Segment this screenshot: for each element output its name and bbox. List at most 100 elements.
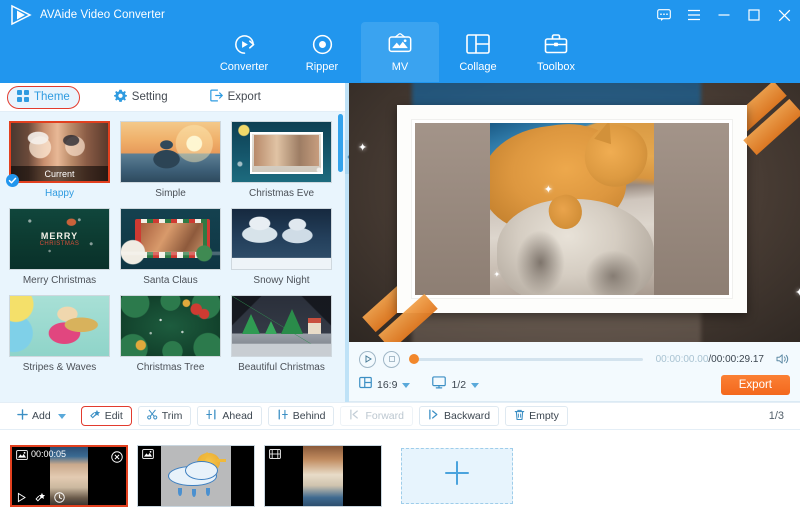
- theme-label: Santa Claus: [143, 275, 198, 286]
- trash-icon: [514, 409, 525, 424]
- export-button[interactable]: Export: [720, 375, 790, 395]
- subtab-theme[interactable]: Theme: [7, 85, 80, 109]
- aspect-ratio-value: 16:9: [377, 379, 398, 391]
- behind-button[interactable]: Behind: [267, 406, 335, 426]
- photo-frame-inner: ✦ ✦: [411, 119, 733, 299]
- clip-thumbnail: [161, 445, 231, 506]
- ripper-icon: [310, 31, 335, 57]
- subtab-export[interactable]: Export: [201, 86, 270, 108]
- edit-wand-icon[interactable]: [35, 490, 47, 502]
- edit-button[interactable]: Edit: [80, 406, 132, 426]
- sparkle-decoration: ✦: [543, 183, 553, 196]
- ahead-button[interactable]: Ahead: [197, 406, 262, 426]
- menu-icon[interactable]: [686, 7, 702, 23]
- theme-thumbnail: Current: [9, 121, 110, 183]
- theme-item-merry-christmas[interactable]: MERRY CHRISTMAS Merry Christmas: [4, 203, 115, 290]
- storyboard-clip-3[interactable]: [264, 444, 382, 507]
- clock-icon[interactable]: [54, 490, 66, 503]
- chevron-down-icon[interactable]: [471, 382, 480, 388]
- chevron-down-icon[interactable]: [402, 382, 411, 388]
- storyboard-clip-1[interactable]: 00:00:05: [10, 444, 128, 507]
- play-icon[interactable]: [16, 490, 28, 502]
- main-nav-tabs: Converter Ripper MV Collage Toolbox: [0, 22, 800, 83]
- minimize-icon[interactable]: [716, 7, 732, 23]
- backward-button[interactable]: Backward: [418, 406, 500, 426]
- close-icon[interactable]: [776, 7, 792, 23]
- add-button-label: Add: [32, 410, 51, 422]
- theme-thumbnail: MERRY CHRISTMAS: [9, 208, 110, 270]
- theme-item-santa-claus[interactable]: Santa Claus: [115, 203, 226, 290]
- scissors-icon: [146, 409, 158, 423]
- seek-slider[interactable]: [409, 354, 643, 364]
- theme-item-christmas-tree[interactable]: Christmas Tree: [115, 290, 226, 377]
- nav-tab-label: Converter: [219, 61, 269, 73]
- add-media-button[interactable]: [401, 447, 513, 504]
- current-time: 00:00:00.00: [655, 353, 709, 365]
- clip-thumbnail: [303, 445, 343, 506]
- add-button[interactable]: Add: [8, 406, 75, 426]
- theme-label: Merry Christmas: [22, 275, 97, 286]
- stop-icon[interactable]: [383, 350, 400, 368]
- theme-selected-check-icon: [6, 174, 19, 187]
- plus-icon: [17, 409, 28, 423]
- film-icon: [268, 449, 281, 460]
- app-header: AVAide Video Converter Converter Ripper …: [0, 0, 800, 83]
- seek-handle[interactable]: [409, 354, 419, 364]
- theme-label: Simple: [155, 188, 186, 199]
- timecode-display: 00:00:00.00/00:00:29.17: [656, 354, 764, 365]
- theme-item-beautiful-christmas[interactable]: Beautiful Christmas: [226, 290, 337, 377]
- empty-button[interactable]: Empty: [505, 406, 568, 426]
- sparkle-decoration: ✦: [358, 142, 368, 154]
- screen-size-selector[interactable]: 1/2: [432, 376, 480, 394]
- subtab-setting[interactable]: Setting: [105, 86, 177, 108]
- theme-label: Christmas Eve: [248, 188, 314, 199]
- feedback-icon[interactable]: [656, 7, 672, 23]
- toolbox-icon: [544, 31, 568, 57]
- theme-item-happy[interactable]: Current Happy: [4, 116, 115, 203]
- theme-thumbnail: [231, 121, 332, 183]
- theme-label: Happy: [45, 188, 74, 199]
- theme-item-stripes-waves[interactable]: Stripes & Waves: [4, 290, 115, 377]
- edit-wand-icon: [89, 409, 101, 423]
- trim-button[interactable]: Trim: [137, 406, 192, 426]
- app-window: AVAide Video Converter Converter Ripper …: [0, 0, 800, 521]
- nav-tab-mv[interactable]: MV: [361, 22, 439, 82]
- nav-tab-toolbox[interactable]: Toolbox: [517, 22, 595, 82]
- image-icon: [15, 450, 28, 461]
- trim-button-label: Trim: [161, 410, 183, 422]
- behind-button-label: Behind: [292, 410, 326, 422]
- theme-thumbnail: [231, 295, 332, 357]
- plus-icon: [443, 459, 471, 492]
- aspect-ratio-selector[interactable]: 16:9: [359, 376, 411, 394]
- nav-tab-converter[interactable]: Converter: [205, 22, 283, 82]
- forward-button-label: Forward: [365, 410, 404, 422]
- theme-item-snowy-night[interactable]: Snowy Night: [226, 203, 337, 290]
- theme-list-scrollbar[interactable]: [338, 114, 343, 172]
- play-icon[interactable]: [359, 350, 376, 368]
- close-circle-icon[interactable]: [111, 450, 123, 463]
- forward-button[interactable]: Forward: [340, 406, 413, 426]
- nav-tab-ripper[interactable]: Ripper: [283, 22, 361, 82]
- clip-tool-row: [16, 490, 66, 503]
- preview-photo-cat-and-dog: ✦ ✦: [415, 123, 729, 295]
- theme-thumbnail: [120, 208, 221, 270]
- gear-icon: [113, 89, 127, 105]
- panel-subtabs: Theme Setting Export: [0, 83, 345, 112]
- theme-item-christmas-eve[interactable]: Christmas Eve: [226, 116, 337, 203]
- video-preview[interactable]: ✦ ✦ ✦ ✦: [349, 83, 800, 342]
- app-title: AVAide Video Converter: [40, 9, 165, 21]
- theme-label: Stripes & Waves: [22, 362, 97, 373]
- sparkle-decoration: ✦: [493, 269, 501, 279]
- photo-frame: ✦ ✦: [397, 105, 747, 313]
- theme-list[interactable]: Current Happy Simple Christmas Eve Merry…: [0, 112, 345, 402]
- theme-thumbnail: [231, 208, 332, 270]
- chevron-down-icon[interactable]: [57, 413, 66, 419]
- output-settings-row: 16:9 1/2 Export: [359, 373, 790, 397]
- maximize-icon[interactable]: [746, 7, 762, 23]
- monitor-icon: [432, 376, 447, 394]
- storyboard-clip-2[interactable]: [137, 444, 255, 507]
- nav-tab-collage[interactable]: Collage: [439, 22, 517, 82]
- speaker-icon[interactable]: [776, 353, 790, 365]
- theme-thumbnail: [120, 121, 221, 183]
- theme-item-simple[interactable]: Simple: [115, 116, 226, 203]
